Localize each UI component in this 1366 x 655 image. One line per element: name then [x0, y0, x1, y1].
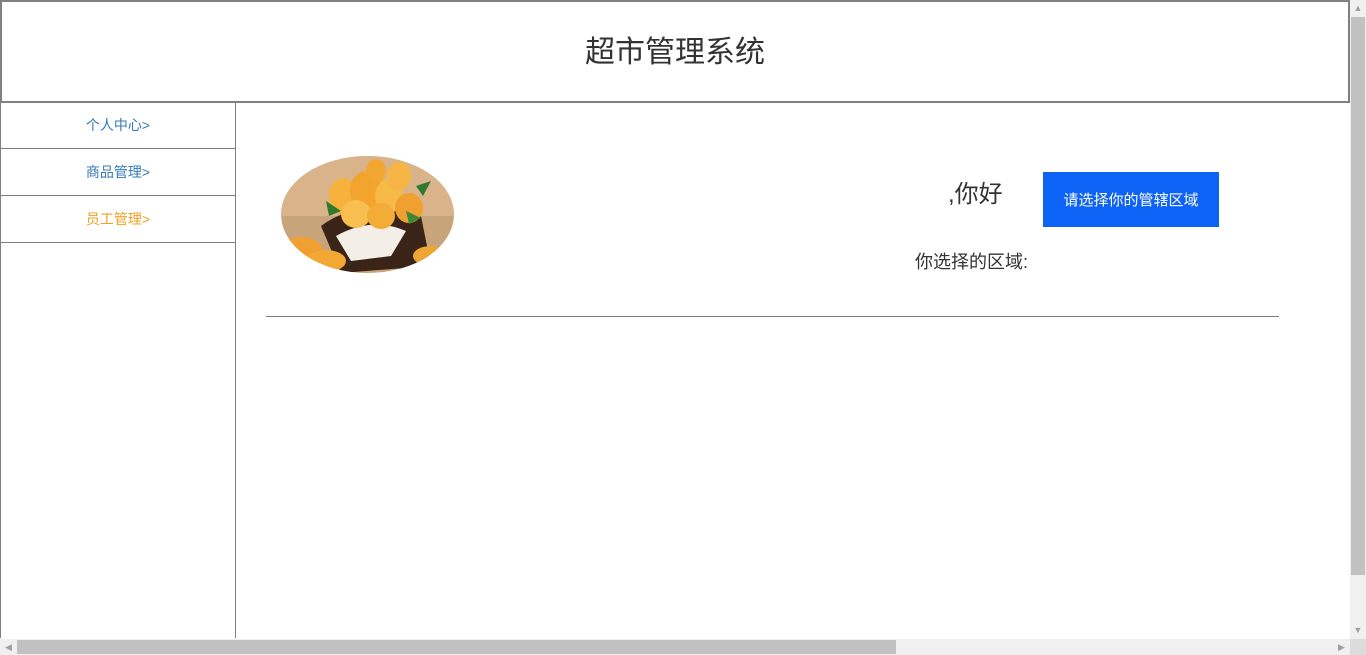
page-header: 超市管理系统	[0, 0, 1350, 103]
selected-region-label: 你选择的区域:	[915, 252, 1029, 272]
horizontal-scrollbar[interactable]: ◀ ▶	[0, 639, 1350, 655]
sidebar-item-product-management[interactable]: 商品管理>	[1, 149, 235, 196]
greeting-text: ,你好	[948, 181, 1003, 208]
page-title: 超市管理系统	[585, 36, 765, 69]
sidebar-item-employee-management[interactable]: 员工管理>	[1, 196, 235, 243]
sidebar-item-personal-center[interactable]: 个人中心>	[1, 101, 235, 149]
mango-basket-image	[281, 156, 454, 273]
chevron-left-icon[interactable]: ◀	[0, 639, 17, 655]
main-content: ,你好 请选择你的管辖区域 你选择的区域:	[236, 101, 1350, 638]
content-divider	[266, 316, 1279, 317]
horizontal-scrollbar-thumb[interactable]	[17, 640, 896, 654]
select-region-button[interactable]: 请选择你的管辖区域	[1043, 172, 1219, 227]
vertical-scrollbar-thumb[interactable]	[1351, 17, 1365, 575]
avatar	[281, 156, 454, 273]
chevron-down-icon[interactable]: ▼	[1350, 622, 1366, 639]
vertical-scrollbar[interactable]: ▲ ▼	[1350, 0, 1366, 639]
chevron-right-icon[interactable]: ▶	[1333, 639, 1350, 655]
scrollbar-corner	[1350, 639, 1366, 655]
sidebar: 个人中心> 商品管理> 员工管理>	[0, 101, 236, 638]
chevron-up-icon[interactable]: ▲	[1350, 0, 1366, 17]
